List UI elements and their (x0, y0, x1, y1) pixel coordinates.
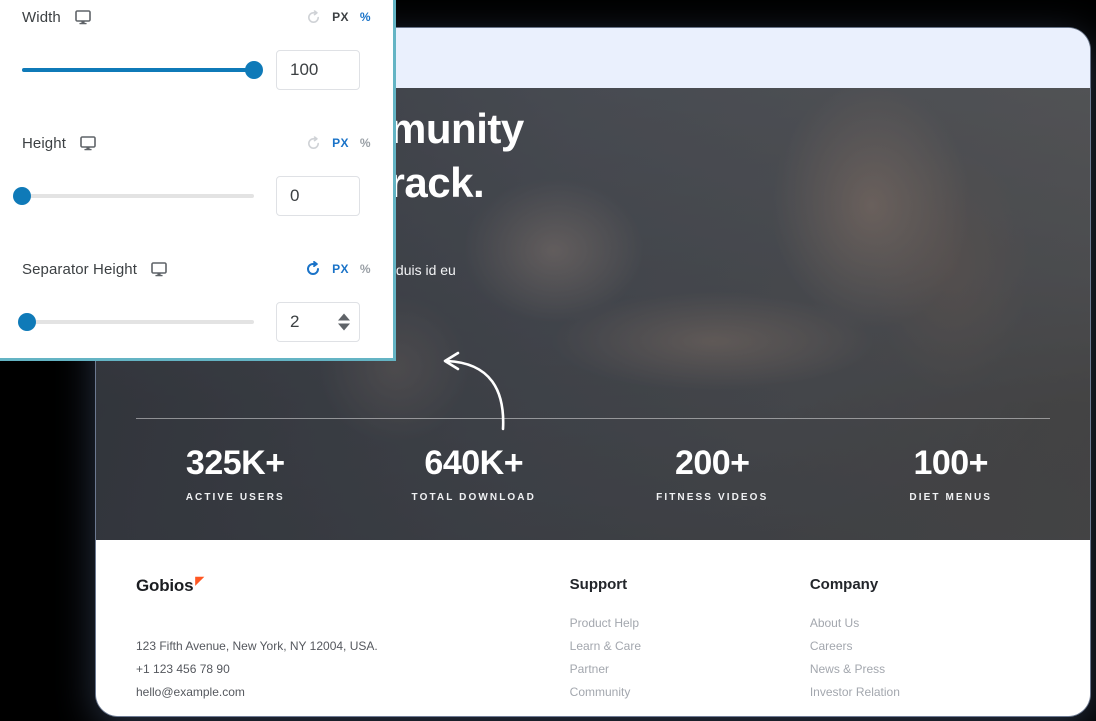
height-slider[interactable] (22, 185, 254, 207)
screenshot-stage: Join the community and stay on track. Lo… (0, 0, 1096, 721)
slider-track (22, 194, 254, 198)
footer-link[interactable]: News & Press (810, 658, 1050, 681)
brand-logo: Gobios ◤ (136, 576, 204, 596)
stats-row: 325K+ ACTIVE USERS 640K+ TOTAL DOWNLOAD … (116, 443, 1070, 503)
reset-circular-arrow-icon[interactable] (305, 261, 321, 277)
number-stepper[interactable] (338, 314, 350, 331)
desktop-monitor-icon[interactable] (151, 262, 167, 277)
stat-value: 200+ (593, 443, 832, 483)
control-label: Width (22, 9, 61, 26)
stepper-down-icon[interactable] (338, 324, 350, 331)
stat-label: DIET MENUS (832, 492, 1071, 503)
stat-item: 640K+ TOTAL DOWNLOAD (355, 443, 594, 503)
unit-toggle-px[interactable]: PX (332, 262, 349, 276)
brand-mark-icon: ◤ (195, 576, 203, 587)
stat-label: ACTIVE USERS (116, 492, 355, 503)
slider-thumb[interactable] (18, 313, 36, 331)
footer-link[interactable]: Product Help (570, 612, 810, 635)
footer-link[interactable]: Learn & Care (570, 635, 810, 658)
control-body: 100 (22, 50, 371, 90)
input-value: 0 (290, 186, 299, 206)
footer-contact-info: 123 Fifth Avenue, New York, NY 12004, US… (136, 635, 570, 704)
stat-label: FITNESS VIDEOS (593, 492, 832, 503)
spacer (22, 216, 371, 252)
footer-link[interactable]: Community (570, 681, 810, 704)
slider-track (22, 320, 254, 324)
unit-toggle-percent[interactable]: % (360, 262, 371, 276)
stat-value: 640K+ (355, 443, 594, 483)
control-row-separator-height: Separator Height PX (22, 252, 371, 342)
stepper-up-icon[interactable] (338, 314, 350, 321)
stats-divider (136, 418, 1050, 419)
separator-height-input[interactable]: 2 (276, 302, 360, 342)
slider-thumb[interactable] (13, 187, 31, 205)
height-input[interactable]: 0 (276, 176, 360, 216)
footer-link[interactable]: About Us (810, 612, 1050, 635)
stat-label: TOTAL DOWNLOAD (355, 492, 594, 503)
unit-toggle-px[interactable]: PX (332, 136, 349, 150)
footer-link[interactable]: Partner (570, 658, 810, 681)
brand-name: Gobios (136, 576, 193, 596)
control-row-height: Height PX % (22, 126, 371, 216)
slider-fill (22, 68, 254, 72)
width-input[interactable]: 100 (276, 50, 360, 90)
curved-arrow-icon (431, 343, 531, 433)
separator-height-slider[interactable] (22, 311, 254, 333)
control-row-width: Width PX % (22, 0, 371, 90)
footer-column-title: Support (570, 576, 810, 593)
stat-value: 100+ (832, 443, 1071, 483)
settings-panel: Width PX % (0, 0, 396, 361)
stat-item: 325K+ ACTIVE USERS (116, 443, 355, 503)
control-body: 2 (22, 302, 371, 342)
input-value: 100 (290, 60, 318, 80)
unit-toggle-percent[interactable]: % (360, 10, 371, 24)
footer-column-company: Company About Us Careers News & Press In… (810, 576, 1050, 716)
control-label: Separator Height (22, 261, 137, 278)
reset-circular-arrow-icon[interactable] (306, 10, 321, 25)
footer-address: 123 Fifth Avenue, New York, NY 12004, US… (136, 635, 570, 658)
slider-thumb[interactable] (245, 61, 263, 79)
site-footer: Gobios ◤ 123 Fifth Avenue, New York, NY … (96, 540, 1090, 716)
stat-item: 100+ DIET MENUS (832, 443, 1071, 503)
footer-phone: +1 123 456 78 90 (136, 658, 570, 681)
unit-toggle-px[interactable]: PX (332, 10, 349, 24)
footer-column-support: Support Product Help Learn & Care Partne… (570, 576, 810, 716)
control-header-actions: PX % (305, 261, 371, 277)
footer-link[interactable]: Careers (810, 635, 1050, 658)
unit-toggle-percent[interactable]: % (360, 136, 371, 150)
stat-item: 200+ FITNESS VIDEOS (593, 443, 832, 503)
footer-link[interactable]: Investor Relation (810, 681, 1050, 704)
control-label: Height (22, 135, 66, 152)
spacer (22, 90, 371, 126)
control-header: Separator Height PX (22, 252, 371, 286)
control-header: Height PX % (22, 126, 371, 160)
control-header-actions: PX % (306, 10, 371, 25)
control-header: Width PX % (22, 0, 371, 34)
desktop-monitor-icon[interactable] (80, 136, 96, 151)
stat-value: 325K+ (116, 443, 355, 483)
footer-brand-column: Gobios ◤ 123 Fifth Avenue, New York, NY … (136, 576, 570, 716)
control-header-actions: PX % (306, 136, 371, 151)
control-body: 0 (22, 176, 371, 216)
desktop-monitor-icon[interactable] (75, 10, 91, 25)
footer-column-title: Company (810, 576, 1050, 593)
width-slider[interactable] (22, 59, 254, 81)
input-value: 2 (290, 312, 299, 332)
footer-email: hello@example.com (136, 681, 570, 704)
reset-circular-arrow-icon[interactable] (306, 136, 321, 151)
